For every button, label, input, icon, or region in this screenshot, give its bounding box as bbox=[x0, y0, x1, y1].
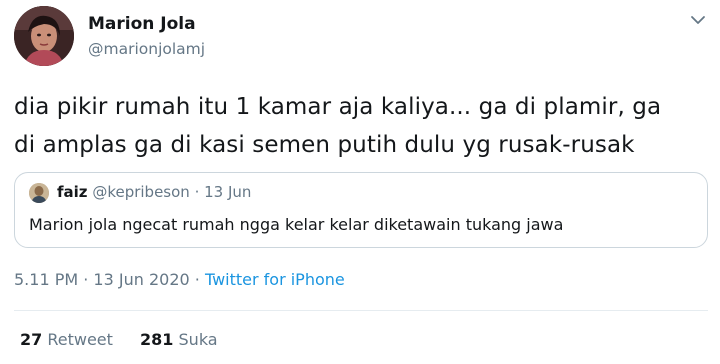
quoted-author-name: faiz bbox=[57, 183, 88, 201]
like-count: 281 bbox=[140, 330, 174, 349]
like-stat[interactable]: 281 Suka bbox=[140, 330, 218, 349]
timestamp-row: 5.11 PM · 13 Jun 2020 · Twitter for iPho… bbox=[14, 270, 345, 289]
chevron-down-icon[interactable] bbox=[688, 12, 708, 28]
divider bbox=[14, 310, 708, 311]
author-display-name[interactable]: Marion Jola bbox=[88, 14, 196, 34]
tweet-text-line: dia pikir rumah itu 1 kamar aja kaliya..… bbox=[14, 94, 662, 120]
retweet-count: 27 bbox=[20, 330, 43, 349]
quoted-author-meta: @kepribeson · 13 Jun bbox=[92, 183, 252, 201]
quoted-header: faiz @kepribeson · 13 Jun bbox=[57, 183, 251, 201]
avatar[interactable] bbox=[14, 6, 74, 66]
timestamp[interactable]: 5.11 PM · 13 Jun 2020 · bbox=[14, 270, 205, 289]
quoted-text: Marion jola ngecat rumah ngga kelar kela… bbox=[29, 215, 564, 234]
author-handle[interactable]: @marionjolamj bbox=[88, 40, 205, 58]
retweet-label: Retweet bbox=[47, 330, 113, 349]
quoted-tweet[interactable]: faiz @kepribeson · 13 Jun Marion jola ng… bbox=[14, 172, 708, 248]
like-label: Suka bbox=[178, 330, 218, 349]
retweet-stat[interactable]: 27 Retweet bbox=[20, 330, 113, 349]
tweet-text: dia pikir rumah itu 1 kamar aja kaliya..… bbox=[14, 88, 714, 164]
tweet-text-line: di amplas ga di kasi semen putih dulu yg… bbox=[14, 132, 635, 158]
quoted-avatar bbox=[29, 183, 49, 203]
tweet-stats: 27 Retweet 281 Suka bbox=[20, 330, 240, 349]
source-link[interactable]: Twitter for iPhone bbox=[205, 270, 345, 289]
